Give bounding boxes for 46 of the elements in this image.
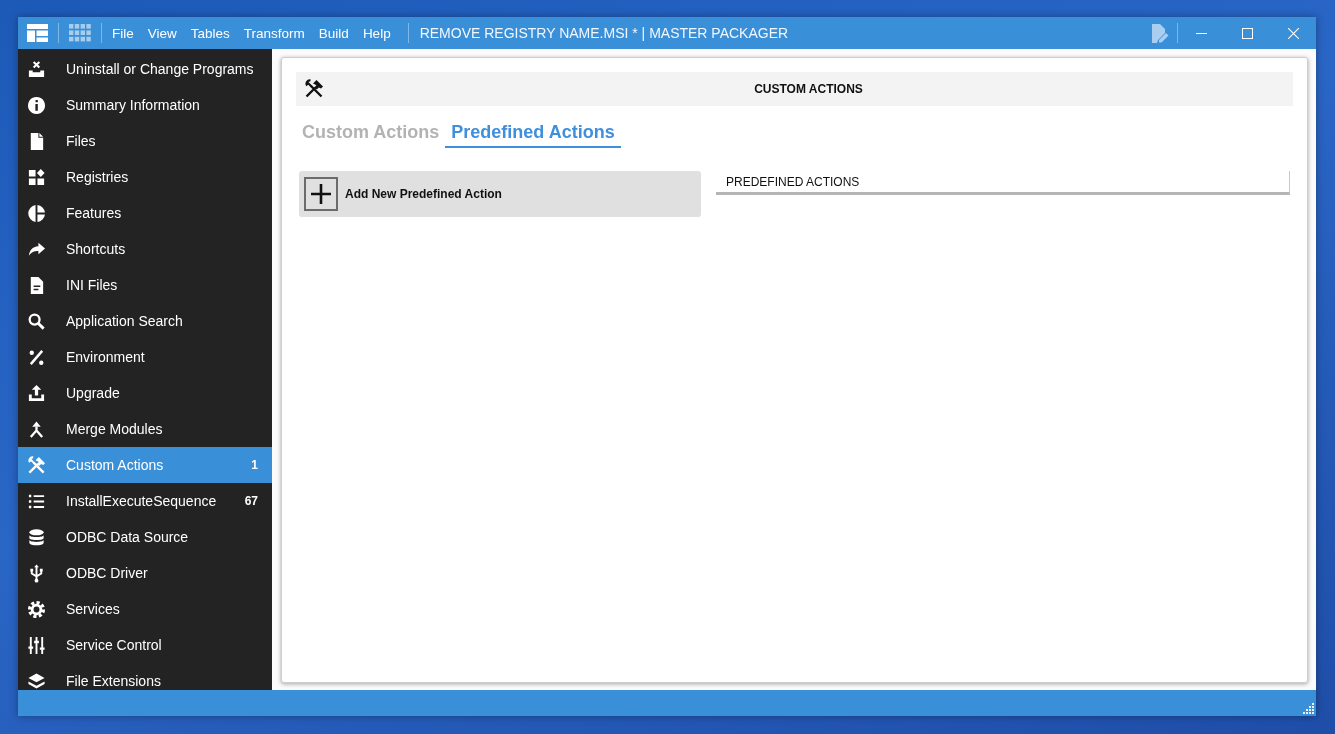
resize-grip-icon[interactable] <box>1303 703 1314 714</box>
plus-icon <box>304 177 338 211</box>
maximize-icon <box>1241 27 1253 39</box>
sidebar-item[interactable]: Shortcuts <box>18 231 272 267</box>
sidebar-item[interactable]: Features <box>18 195 272 231</box>
sliders-icon <box>27 635 46 655</box>
sidebar-item[interactable]: Application Search <box>18 303 272 339</box>
info-icon <box>27 95 46 115</box>
sidebar-item[interactable]: InstallExecuteSequence 67 <box>18 483 272 519</box>
usb-icon <box>27 563 46 583</box>
panel-title: CUSTOM ACTIONS <box>753 82 864 96</box>
list-header: PREDEFINED ACTIONS <box>716 171 1290 195</box>
sidebar-item[interactable]: Service Control <box>18 627 272 663</box>
sidebar-item[interactable]: Merge Modules <box>18 411 272 447</box>
sidebar-item[interactable]: Summary Information <box>18 87 272 123</box>
database-icon <box>27 527 46 547</box>
window-title: REMOVE REGISTRY NAME.MSI * | MASTER PACKAGER <box>419 25 789 41</box>
document-pen-icon[interactable] <box>1149 23 1169 43</box>
pie-chart-icon <box>27 203 46 223</box>
merge-arrow-icon <box>27 419 46 439</box>
sidebar-item[interactable]: Uninstall or Change Programs <box>18 51 272 87</box>
sidebar-item[interactable]: File Extensions <box>18 663 272 690</box>
sidebar-item[interactable]: Registries <box>18 159 272 195</box>
upload-tray-icon <box>27 383 46 403</box>
sidebar-item[interactable]: ODBC Driver <box>18 555 272 591</box>
hammer-wrench-icon <box>304 79 324 99</box>
percent-icon <box>27 347 46 367</box>
app-logo-icon[interactable] <box>27 24 48 42</box>
item-count: 1 <box>251 458 258 472</box>
hammer-wrench-icon <box>27 455 46 475</box>
tray-x-icon <box>27 59 46 79</box>
sidebar-item[interactable]: Upgrade <box>18 375 272 411</box>
sidebar-item[interactable]: Files <box>18 123 272 159</box>
item-count: 67 <box>244 494 258 508</box>
sidebar-item[interactable]: Services <box>18 591 272 627</box>
close-icon <box>1287 27 1299 39</box>
sidebar-item[interactable]: Environment <box>18 339 272 375</box>
minimize-icon <box>1195 32 1207 34</box>
sidebar-item[interactable]: INI Files <box>18 267 272 303</box>
search-icon <box>27 311 46 331</box>
grid-icon[interactable] <box>69 24 91 42</box>
layers-icon <box>27 671 46 690</box>
add-action-button[interactable]: Add New Predefined Action <box>299 171 701 217</box>
gear-icon <box>27 599 46 619</box>
sidebar-item[interactable]: ODBC Data Source <box>18 519 272 555</box>
squares-diamond-icon <box>27 167 46 187</box>
